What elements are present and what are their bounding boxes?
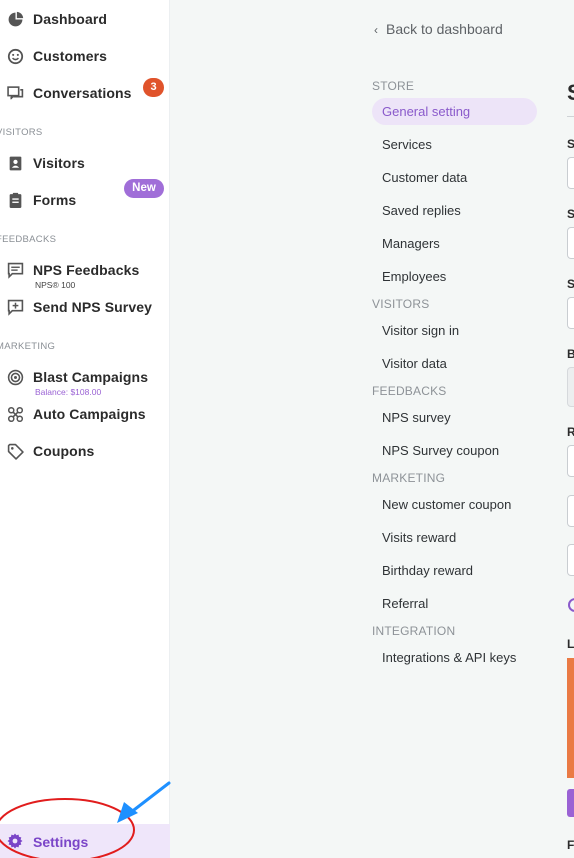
gear-icon: [7, 833, 23, 849]
sidebar-item-auto-campaigns[interactable]: Auto Campaigns: [0, 399, 170, 431]
sidebar-item-label: Dashboard: [33, 11, 108, 27]
sidebar-item-settings[interactable]: Settings: [0, 824, 170, 858]
settings-nav-item-employees[interactable]: Employees: [372, 263, 537, 290]
unread-count-badge: 3: [143, 78, 164, 97]
field-label: S: [567, 277, 574, 291]
back-link-label: Back to dashboard: [386, 21, 503, 37]
section-label-feedbacks: FEEDBACKS: [0, 234, 57, 245]
settings-nav-item-visitor-data[interactable]: Visitor data: [372, 350, 537, 377]
settings-nav-section-feedbacks: FEEDBACKS: [372, 384, 447, 398]
tag-icon: [7, 443, 24, 460]
chat-bubbles-icon: [7, 86, 24, 100]
sidebar-item-forms[interactable]: Forms New: [0, 179, 170, 217]
field-label: B: [567, 347, 574, 361]
field-label: S: [567, 137, 574, 151]
settings-nav-item-customer-data[interactable]: Customer data: [372, 164, 537, 191]
sidebar-item-dashboard[interactable]: Dashboard: [0, 4, 170, 36]
settings-nav-item-referral[interactable]: Referral: [372, 590, 537, 617]
form-clipboard-icon: [9, 192, 22, 208]
title-divider: [567, 116, 574, 117]
text-field[interactable]: [567, 495, 574, 527]
form-title: S: [567, 80, 574, 106]
chevron-left-icon: ‹: [374, 23, 378, 37]
settings-nav-item-services[interactable]: Services: [372, 131, 537, 158]
send-survey-icon: [7, 299, 24, 316]
add-icon[interactable]: [568, 598, 574, 612]
sidebar-item-label: Settings: [33, 834, 89, 850]
sidebar-item-label: Blast Campaigns: [33, 369, 149, 385]
settings-nav-item-nps-survey-coupon[interactable]: NPS Survey coupon: [372, 437, 537, 464]
sidebar-item-nps-feedbacks[interactable]: NPS Feedbacks NPS® 100: [0, 255, 170, 290]
settings-nav-section-store: STORE: [372, 79, 415, 93]
settings-nav-section-integration: INTEGRATION: [372, 624, 456, 638]
sidebar: Dashboard Customers Conversations 3 VISI…: [0, 0, 170, 858]
sidebar-item-label: Customers: [33, 48, 108, 64]
settings-nav-item-birthday-reward[interactable]: Birthday reward: [372, 557, 537, 584]
target-icon: [7, 369, 24, 386]
settings-nav-section-marketing: MARKETING: [372, 471, 446, 485]
sidebar-item-send-nps-survey[interactable]: Send NPS Survey: [0, 292, 170, 324]
sidebar-item-label: Visitors: [33, 155, 85, 171]
text-field[interactable]: [567, 157, 574, 189]
field-label: S: [567, 207, 574, 221]
settings-nav-item-new-customer-coupon[interactable]: New customer coupon: [372, 491, 537, 518]
upload-button[interactable]: [567, 789, 574, 817]
field-label: F: [567, 838, 574, 852]
feedback-message-icon: [7, 262, 24, 279]
back-to-dashboard-link[interactable]: ‹ Back to dashboard: [374, 21, 503, 37]
field-label: R: [567, 425, 574, 439]
new-badge: New: [124, 179, 164, 198]
sidebar-item-coupons[interactable]: Coupons: [0, 436, 170, 468]
smiley-face-icon: [7, 48, 24, 65]
id-badge-icon: [9, 156, 22, 171]
settings-nav-item-saved-replies[interactable]: Saved replies: [372, 197, 537, 224]
dashboard-pie-icon: [8, 11, 24, 27]
settings-nav-section-visitors: VISITORS: [372, 297, 430, 311]
settings-nav-item-general-setting[interactable]: General setting: [372, 98, 537, 125]
text-field[interactable]: [567, 445, 574, 477]
sidebar-item-label: Conversations: [33, 85, 132, 101]
sidebar-item-label: Send NPS Survey: [33, 299, 152, 315]
text-field[interactable]: [567, 544, 574, 576]
sidebar-item-label: NPS Feedbacks: [33, 262, 140, 278]
text-field[interactable]: [567, 227, 574, 259]
settings-nav-item-managers[interactable]: Managers: [372, 230, 537, 257]
section-label-marketing: MARKETING: [0, 341, 56, 352]
settings-nav-item-integrations-api-keys[interactable]: Integrations & API keys: [372, 644, 537, 671]
balance-label: Balance: $108.00: [35, 387, 102, 397]
sidebar-item-customers[interactable]: Customers: [0, 41, 170, 73]
sidebar-item-blast-campaigns[interactable]: Blast Campaigns Balance: $108.00: [0, 362, 170, 397]
automation-icon: [7, 406, 24, 423]
sidebar-item-label: Forms: [33, 192, 77, 208]
sidebar-item-conversations[interactable]: Conversations 3: [0, 78, 170, 110]
settings-nav-item-visitor-sign-in[interactable]: Visitor sign in: [372, 317, 537, 344]
nps-score-label: NPS® 100: [35, 280, 76, 290]
field-label: L: [567, 637, 574, 651]
text-field[interactable]: [567, 297, 574, 329]
sidebar-item-visitors[interactable]: Visitors: [0, 148, 170, 180]
section-label-visitors: VISITORS: [0, 127, 43, 138]
settings-nav-item-nps-survey[interactable]: NPS survey: [372, 404, 537, 431]
settings-nav-item-visits-reward[interactable]: Visits reward: [372, 524, 537, 551]
sidebar-item-label: Coupons: [33, 443, 95, 459]
general-setting-form: S S S S B R L F: [557, 0, 574, 858]
logo-preview: [567, 658, 574, 778]
sidebar-item-label: Auto Campaigns: [33, 406, 146, 422]
disabled-field: [567, 367, 574, 407]
